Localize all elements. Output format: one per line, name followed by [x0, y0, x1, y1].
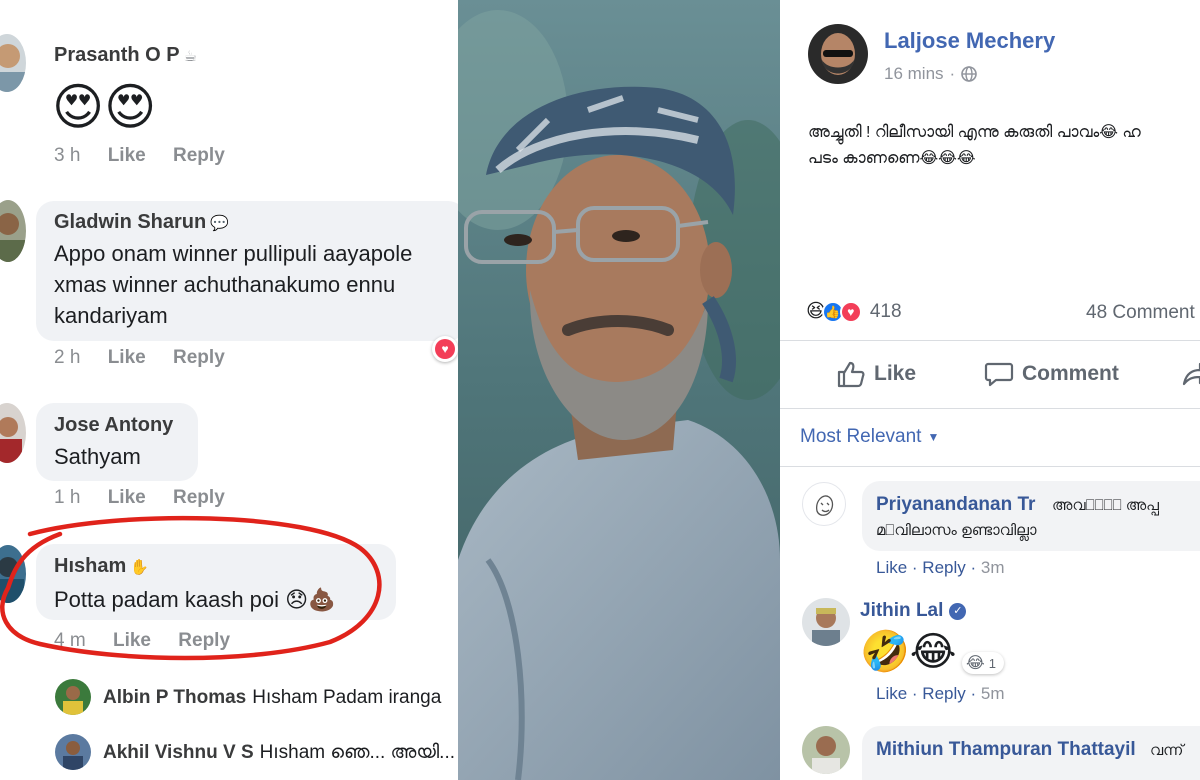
director-portrait-photo — [458, 0, 780, 780]
love-reaction-icon: ♥ — [839, 300, 862, 323]
divider — [780, 408, 1200, 409]
comment-meta: Like · Reply · 5m — [876, 684, 1005, 703]
sort-dropdown[interactable]: Most Relevant ▼ — [800, 426, 939, 448]
comment-meta: Like · Reply · 3m — [876, 558, 1005, 577]
separator: · — [949, 64, 956, 83]
comment-author-row: Jithin Lal ✓ — [860, 600, 967, 622]
comment-time[interactable]: 3m — [981, 558, 1005, 577]
reply-text: Hısham Padam iranga — [252, 687, 442, 708]
comment-reactions[interactable]: 😂 1 — [962, 652, 1004, 674]
avatar[interactable] — [55, 734, 91, 770]
post-meta: 16 mins · — [884, 64, 978, 84]
like-button[interactable]: Like — [836, 360, 916, 388]
post-author[interactable]: Laljose Mechery — [884, 28, 1055, 54]
globe-icon — [961, 66, 978, 82]
divider — [780, 466, 1200, 467]
reply-author[interactable]: Akhil Vishnu V S — [103, 742, 254, 763]
reply-link[interactable]: Reply — [922, 558, 965, 577]
comment-button[interactable]: Comment — [984, 360, 1119, 388]
caret-down-icon: ▼ — [927, 429, 940, 444]
facebook-post-panel: Laljose Mechery 16 mins · അച്ചുതി ! റിലീ… — [780, 0, 1200, 780]
comment-author[interactable]: Jithin Lal — [860, 600, 943, 622]
share-button[interactable] — [1182, 360, 1200, 388]
speech-bubble-icon — [984, 362, 1014, 387]
verified-badge-icon: ✓ — [949, 602, 967, 620]
avatar[interactable] — [55, 679, 91, 715]
reaction-count[interactable]: 418 — [870, 301, 902, 323]
comment-emoji: 🤣😂 — [860, 630, 957, 674]
comments-count[interactable]: 48 Comment — [1086, 302, 1195, 324]
reactions-summary[interactable]: 😆 👍 ♥ 418 — [806, 300, 902, 323]
comment-author[interactable]: Priyanandanan Tr — [876, 494, 1035, 516]
post-text-line: അച്ചുതി ! റിലീസായി എന്നു കരുതി പാവം😂 ഹ — [808, 124, 1141, 141]
reaction-count: 1 — [988, 655, 996, 671]
post-time[interactable]: 16 mins — [884, 64, 944, 84]
author-avatar[interactable] — [808, 24, 868, 84]
red-highlight-circle — [0, 515, 382, 661]
like-link[interactable]: Like — [876, 684, 907, 703]
share-arrow-icon — [1182, 362, 1200, 386]
comment-author[interactable]: Mithiun Thampuran Thattayil — [876, 739, 1136, 761]
reply-link[interactable]: Reply — [922, 684, 965, 703]
reply-author[interactable]: Albin P Thomas — [103, 687, 246, 708]
avatar[interactable] — [802, 726, 850, 774]
post-text-line: പടം കാണണെ😂😂😂 — [808, 150, 976, 167]
avatar[interactable] — [802, 482, 846, 526]
comment-bubble — [862, 481, 1200, 551]
avatar[interactable] — [802, 598, 850, 646]
divider — [780, 340, 1200, 341]
thumbs-up-icon — [837, 361, 865, 388]
comment-text: അവ⎕⎕⎕⎕ അപ്പ — [1052, 497, 1159, 514]
reply-comment: Akhil Vishnu V S Hısham ഞെ... അയി... — [103, 742, 455, 764]
comment-text: വന്ന് — [1150, 742, 1184, 759]
haha-reaction-icon: 😂 — [966, 655, 985, 672]
comment-text: മ⎕വിലാസം ഉണ്ടാവില്ലാ — [876, 522, 1037, 539]
left-comments-panel: Prasanth O P ☕ 😍😍 3 h Like Reply Gladwin … — [0, 0, 458, 780]
comment-time[interactable]: 5m — [981, 684, 1005, 703]
reply-text: Hısham ഞെ... അയി... — [259, 742, 456, 763]
like-link[interactable]: Like — [876, 558, 907, 577]
reply-comment: Albin P Thomas Hısham Padam iranga — [103, 687, 441, 709]
